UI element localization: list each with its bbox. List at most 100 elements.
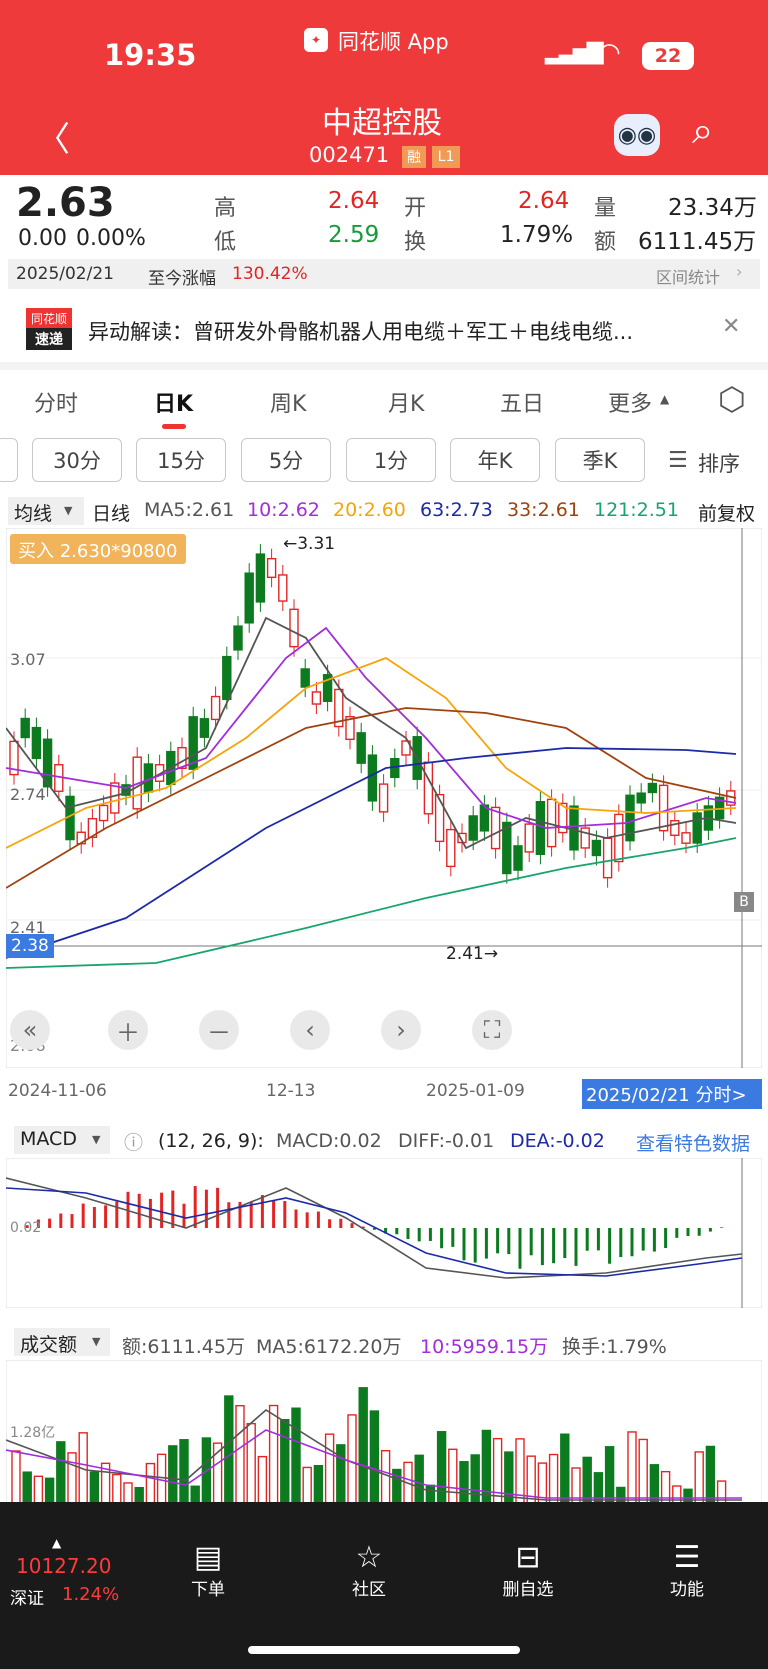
fullscreen-icon[interactable]: ⛶ — [472, 1010, 512, 1050]
candle — [222, 655, 232, 701]
timeshare-date-button[interactable]: 2025/02/21 分时> — [582, 1079, 762, 1109]
ma121-label: 121:2.51 — [594, 499, 679, 521]
volume-turnover: 换手:1.79% — [562, 1336, 667, 1358]
index-value[interactable]: 10127.20 — [16, 1554, 111, 1578]
nav-functions-label: 功能 — [670, 1580, 704, 1600]
caret-down-icon: ▼ — [92, 1335, 101, 1348]
caret-down-icon: ▼ — [92, 1133, 101, 1146]
index-name: 深证 — [10, 1589, 44, 1609]
tab-timeshare[interactable]: 分时 — [34, 386, 78, 418]
x-label-1: 2024-11-06 — [8, 1081, 107, 1101]
robot-icon[interactable]: ◉◉ — [614, 114, 660, 156]
nav-community[interactable]: ☆ 社区 — [309, 1540, 429, 1600]
tab-monthly-k[interactable]: 月K — [388, 386, 424, 418]
level-badge: L1 — [432, 146, 460, 168]
open-value: 2.64 — [518, 188, 570, 214]
candle — [31, 726, 42, 760]
news-logo[interactable]: 同花顺 速递 — [26, 308, 72, 350]
volume-value: 23.34万 — [668, 195, 757, 221]
pan-right-icon[interactable]: › — [381, 1010, 421, 1050]
nav-remove-watchlist[interactable]: ⊟ 删自选 — [468, 1540, 588, 1600]
ma5-label: MA5:2.61 — [144, 499, 235, 521]
high-value: 2.64 — [328, 188, 380, 214]
news-logo-bottom: 速递 — [26, 328, 72, 350]
volume-bar — [492, 1437, 503, 1510]
order-icon: ▤ — [193, 1540, 223, 1575]
since-label: 至今涨幅 — [148, 269, 216, 289]
shrink-icon[interactable]: « — [10, 1010, 50, 1050]
ma-type: 均线 — [14, 503, 53, 525]
macd-y-label: 0.02 — [10, 1220, 42, 1236]
open-label: 开 — [404, 196, 427, 221]
nav-functions[interactable]: ☰ 功能 — [627, 1540, 747, 1600]
period-quarter-k[interactable]: 季K — [555, 438, 645, 482]
zoom-in-icon[interactable]: ＋ — [108, 1010, 148, 1050]
price-change: 0.00 — [18, 226, 67, 251]
pan-left-icon[interactable]: ‹ — [290, 1010, 330, 1050]
news-text[interactable]: 异动解读：曾研发外骨骼机器人用电缆＋军工＋电线电缆... — [88, 316, 708, 346]
candle — [233, 625, 243, 651]
tab-five-day[interactable]: 五日 — [500, 386, 544, 418]
candle — [300, 668, 310, 688]
zoom-out-icon[interactable]: － — [199, 1010, 239, 1050]
tab-daily-k[interactable]: 日K — [154, 386, 193, 418]
candle — [580, 827, 590, 849]
buy-marker: 买入 2.630*90800 — [10, 534, 186, 564]
caret-down-icon: ▼ — [64, 504, 73, 517]
close-icon[interactable]: ✕ — [722, 314, 740, 339]
candle — [311, 691, 322, 705]
date-strip — [8, 259, 760, 289]
volume-y-label: 1.28亿 — [10, 1425, 56, 1441]
menu-icon[interactable]: ☰ — [668, 448, 688, 473]
volume-bar — [280, 1419, 290, 1510]
back-icon[interactable]: 〈 — [36, 112, 70, 161]
candle — [20, 717, 30, 739]
volume-ma5: MA5:6172.20万 — [256, 1336, 402, 1358]
period-30m[interactable]: 30分 — [32, 438, 122, 482]
help-icon[interactable]: ⓘ — [124, 1128, 143, 1155]
low-value: 2.59 — [328, 222, 380, 248]
volume-bar — [246, 1422, 256, 1510]
volume-bar — [179, 1439, 189, 1510]
volume-chart — [6, 1360, 762, 1510]
candle — [255, 553, 266, 603]
adjust-label[interactable]: 前复权 — [698, 499, 755, 526]
index-up-icon: ▲ — [52, 1536, 62, 1550]
high-label: 高 — [214, 196, 237, 221]
candle — [602, 837, 613, 879]
macd-chart — [6, 1158, 762, 1308]
volume-bar — [448, 1448, 458, 1510]
tab-more[interactable]: 更多 — [608, 386, 652, 418]
nav-order[interactable]: ▤ 下单 — [148, 1540, 268, 1600]
candle — [636, 792, 646, 804]
candle — [289, 608, 299, 648]
search-icon[interactable]: ⌕ — [692, 108, 713, 153]
period-5m[interactable]: 5分 — [241, 438, 331, 482]
volume-bar — [268, 1404, 279, 1510]
tab-weekly-k[interactable]: 周K — [270, 386, 306, 418]
ma33-label: 33:2.61 — [507, 499, 580, 521]
candle — [356, 732, 366, 764]
sort-button[interactable]: 排序 — [698, 448, 740, 478]
candle — [468, 815, 478, 841]
amount-label: 额 — [594, 230, 617, 255]
candle — [199, 718, 210, 738]
settings-icon[interactable]: ⬡ — [718, 380, 746, 418]
period-1m[interactable]: 1分 — [346, 438, 436, 482]
period-year-k[interactable]: 年K — [450, 438, 540, 482]
battery-icon: 22 — [642, 42, 694, 70]
candle — [591, 839, 602, 857]
status-app[interactable]: 同花顺 App — [338, 26, 449, 56]
kline-chart[interactable] — [6, 528, 762, 1068]
period-prev-button[interactable] — [0, 438, 18, 482]
remove-icon: ⊟ — [515, 1540, 541, 1575]
wifi-icon: ◠ — [598, 38, 621, 68]
volume-bar — [369, 1410, 380, 1510]
macd-value: MACD:0.02 — [276, 1130, 382, 1152]
candle — [502, 821, 512, 875]
candle — [378, 783, 389, 813]
stock-name: 中超控股 — [322, 106, 442, 141]
period-15m[interactable]: 15分 — [136, 438, 226, 482]
feature-data-link[interactable]: 查看特色数据 — [636, 1129, 750, 1156]
range-stats-link[interactable]: 区间统计 — [656, 264, 720, 288]
